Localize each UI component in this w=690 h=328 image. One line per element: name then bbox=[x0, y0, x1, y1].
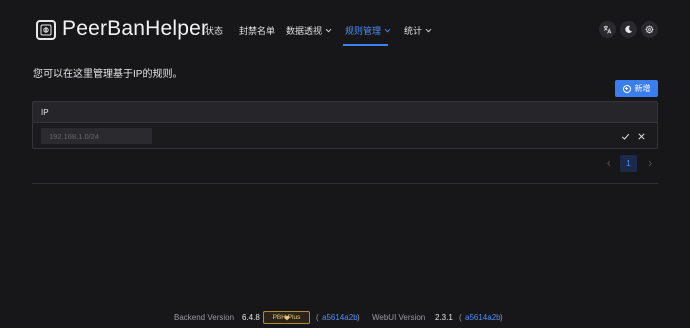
nav-statistics-label: 统计 bbox=[404, 26, 423, 36]
top-navbar: PeerBanHelper 状态 封禁名单 数据透视 规则管理 统计 bbox=[0, 0, 690, 58]
nav-statistics[interactable]: 统计 bbox=[404, 24, 432, 37]
cancel-button[interactable] bbox=[635, 130, 647, 142]
translate-icon bbox=[603, 25, 612, 34]
nav-ban-list-label: 封禁名单 bbox=[239, 26, 276, 36]
close-paren: ) bbox=[357, 313, 360, 322]
app-logo-icon bbox=[36, 20, 56, 40]
next-page-button[interactable] bbox=[645, 159, 654, 168]
active-nav-indicator bbox=[343, 44, 388, 46]
ip-input[interactable] bbox=[41, 128, 152, 144]
nav-status[interactable]: 状态 bbox=[205, 24, 223, 37]
chevron-down-icon bbox=[425, 28, 432, 33]
open-paren: ( bbox=[316, 313, 319, 322]
webui-version-label: WebUI Version bbox=[372, 313, 426, 322]
close-paren: ) bbox=[500, 313, 503, 322]
webui-commit-link[interactable]: a5614a2b bbox=[465, 312, 501, 324]
nav-status-label: 状态 bbox=[205, 26, 224, 36]
section-divider bbox=[32, 183, 658, 184]
ip-rules-table: IP bbox=[32, 101, 658, 149]
version-footer: Backend Version 6.4.8 PBH Plus ( a5614a2… bbox=[0, 311, 690, 326]
check-icon bbox=[621, 133, 629, 140]
nav-ban-list[interactable]: 封禁名单 bbox=[239, 24, 275, 37]
table-row bbox=[33, 123, 657, 149]
chevron-left-icon bbox=[606, 160, 610, 167]
plus-circle-icon bbox=[622, 84, 631, 93]
table-header: IP bbox=[33, 102, 657, 123]
settings-button[interactable] bbox=[641, 21, 658, 38]
add-rule-button[interactable]: 新增 bbox=[615, 80, 658, 97]
chevron-down-icon bbox=[325, 28, 332, 33]
close-icon bbox=[637, 132, 645, 140]
pbh-plus-badge[interactable]: PBH Plus bbox=[263, 311, 310, 324]
open-paren: ( bbox=[459, 313, 462, 322]
page-description: 您可以在这里管理基于IP的规则。 bbox=[33, 69, 183, 80]
column-header-ip: IP bbox=[41, 107, 49, 117]
webui-version-value: 2.3.1 bbox=[435, 313, 453, 322]
language-button[interactable] bbox=[599, 21, 616, 38]
backend-commit-link[interactable]: a5614a2b bbox=[322, 312, 358, 324]
backend-version-label: Backend Version bbox=[174, 313, 235, 322]
backend-version-value: 6.4.8 bbox=[242, 313, 260, 322]
brand-title: PeerBanHelper bbox=[62, 17, 209, 40]
page-1-button[interactable]: 1 bbox=[620, 155, 637, 172]
nav-data-insight-label: 数据透视 bbox=[286, 26, 323, 36]
add-rule-button-label: 新增 bbox=[634, 84, 651, 93]
theme-toggle-button[interactable] bbox=[620, 21, 637, 38]
nav-rule-management-label: 规则管理 bbox=[345, 26, 382, 36]
confirm-button[interactable] bbox=[619, 130, 631, 142]
pbh-plus-label: PBH Plus bbox=[272, 314, 301, 321]
previous-page-button[interactable] bbox=[604, 159, 613, 168]
nav-rule-management[interactable]: 规则管理 bbox=[345, 24, 391, 37]
chevron-down-icon bbox=[384, 28, 391, 33]
chevron-right-icon bbox=[648, 160, 652, 167]
moon-icon bbox=[625, 25, 632, 33]
settings-gear-icon bbox=[645, 25, 654, 34]
nav-data-insight[interactable]: 数据透视 bbox=[286, 24, 332, 37]
